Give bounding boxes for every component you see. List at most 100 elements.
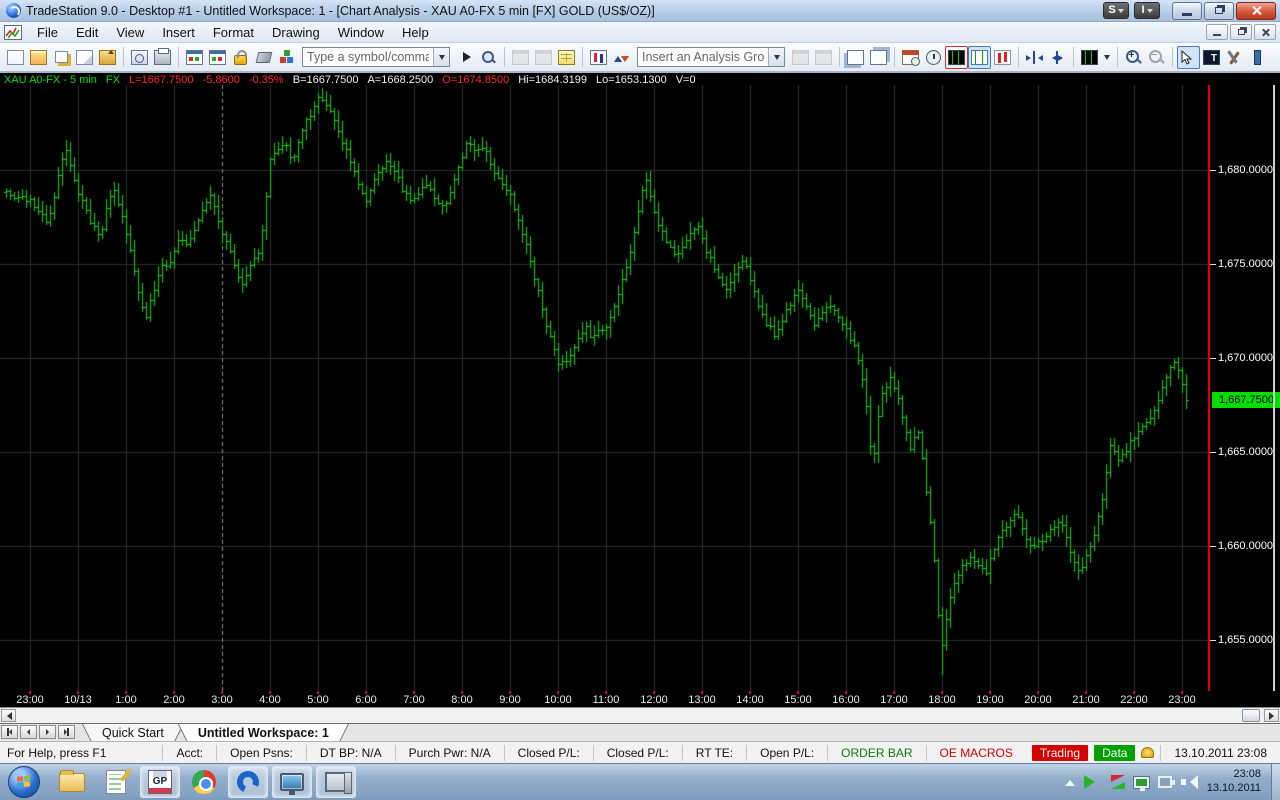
clipped-toolbar-icon[interactable] xyxy=(1246,46,1269,69)
run-command-button[interactable] xyxy=(454,46,477,69)
tray-network-icon[interactable] xyxy=(1134,777,1149,788)
shortcut-s-button[interactable]: S xyxy=(1103,2,1129,19)
show-desktop-button[interactable] xyxy=(1271,764,1280,800)
chart-change-pct: -0.35% xyxy=(249,74,284,86)
taskbar-notepadpp[interactable] xyxy=(96,766,136,798)
lock-workspace-icon[interactable] xyxy=(229,46,252,69)
insert-strategy-icon[interactable] xyxy=(812,46,835,69)
symbol-combo-dropdown[interactable] xyxy=(433,48,449,66)
tray-play-icon[interactable] xyxy=(1084,775,1102,789)
bell-icon[interactable] xyxy=(1141,747,1154,758)
chart-shift-dropdown[interactable] xyxy=(1101,46,1113,69)
insert-study-icon[interactable] xyxy=(789,46,812,69)
format-analysis-icon[interactable] xyxy=(532,46,555,69)
symbol-lookup-icon[interactable] xyxy=(477,46,500,69)
scroll-right-button[interactable] xyxy=(1264,709,1279,722)
format-painter-icon[interactable] xyxy=(252,46,275,69)
send-to-back-icon[interactable] xyxy=(844,46,867,69)
increase-bar-spacing-icon[interactable] xyxy=(1046,46,1069,69)
chart-shift-icon[interactable] xyxy=(1078,46,1101,69)
pointer-tool-icon[interactable] xyxy=(1177,46,1200,69)
bring-to-front-icon[interactable] xyxy=(867,46,890,69)
x-axis-label: 14:00 xyxy=(736,694,764,706)
tray-power-icon[interactable] xyxy=(1158,776,1172,788)
previous-workspace-button[interactable] xyxy=(20,725,37,739)
next-workspace-button[interactable] xyxy=(39,725,56,739)
decrease-bar-spacing-icon[interactable] xyxy=(1023,46,1046,69)
left-arrow-icon xyxy=(6,729,12,735)
zoom-in-icon[interactable] xyxy=(1122,46,1145,69)
restore-icon xyxy=(1238,29,1245,35)
tray-volume-icon[interactable] xyxy=(1181,775,1197,789)
previous-window-icon[interactable] xyxy=(183,46,206,69)
sessions-icon[interactable] xyxy=(899,46,922,69)
shortcut-i-button[interactable]: I xyxy=(1134,2,1160,19)
menu-file[interactable]: File xyxy=(28,23,67,42)
trading-badge[interactable]: Trading xyxy=(1032,745,1088,761)
chart-low: Lo=1653.1300 xyxy=(596,74,667,86)
price-axis[interactable]: 1,680.00001,675.00001,670.00001,665.0000… xyxy=(1208,85,1280,691)
scrollbar-thumb[interactable] xyxy=(1242,709,1260,722)
save-desktop-icon[interactable] xyxy=(73,46,96,69)
drawing-tools-icon[interactable] xyxy=(1223,46,1246,69)
menu-insert[interactable]: Insert xyxy=(153,23,204,42)
data-badge[interactable]: Data xyxy=(1094,745,1135,761)
taskbar-tradestation[interactable] xyxy=(228,766,268,798)
data-window-icon[interactable] xyxy=(555,46,578,69)
title-bar[interactable]: TradeStation 9.0 - Desktop #1 - Untitled… xyxy=(0,0,1280,22)
copy-window-icon[interactable] xyxy=(50,46,73,69)
taskbar-explorer[interactable] xyxy=(52,766,92,798)
time-frames-icon[interactable] xyxy=(922,46,945,69)
time-axis[interactable]: 23:0010/131:002:003:004:005:006:007:008:… xyxy=(0,691,1280,707)
print-icon[interactable] xyxy=(151,46,174,69)
x-axis-label: 4:00 xyxy=(259,694,280,706)
menu-edit[interactable]: Edit xyxy=(67,23,107,42)
last-workspace-button[interactable] xyxy=(58,725,75,739)
show-hidden-icons-button[interactable] xyxy=(1065,775,1075,786)
mdi-minimize-button[interactable] xyxy=(1206,24,1228,40)
menu-drawing[interactable]: Drawing xyxy=(263,23,329,42)
open-icon[interactable] xyxy=(27,46,50,69)
analysis-combo-dropdown[interactable] xyxy=(768,48,784,66)
sort-icon[interactable] xyxy=(610,46,633,69)
menu-window[interactable]: Window xyxy=(329,23,393,42)
symbol-command-input[interactable] xyxy=(303,49,433,65)
ohlc-bar-style-icon[interactable] xyxy=(968,46,991,69)
menu-view[interactable]: View xyxy=(107,23,153,42)
taskbar-chrome[interactable] xyxy=(184,766,224,798)
candlestick-style-icon[interactable] xyxy=(991,46,1014,69)
chart-document-icon[interactable] xyxy=(4,25,22,40)
menu-format[interactable]: Format xyxy=(204,23,263,42)
taskbar-gp[interactable]: GP xyxy=(140,766,180,798)
insert-objects-icon[interactable] xyxy=(275,46,298,69)
x-axis-label: 15:00 xyxy=(784,694,812,706)
start-button[interactable] xyxy=(8,766,40,798)
x-axis-label: 23:00 xyxy=(1168,694,1196,706)
new-icon[interactable] xyxy=(4,46,27,69)
restore-button[interactable] xyxy=(1204,2,1234,20)
tray-flags-icon[interactable] xyxy=(1111,775,1125,789)
next-window-icon[interactable] xyxy=(206,46,229,69)
analysis-group-input[interactable] xyxy=(638,49,768,65)
open-workspace-icon[interactable] xyxy=(96,46,119,69)
first-workspace-button[interactable] xyxy=(1,725,18,739)
mdi-restore-button[interactable] xyxy=(1230,24,1252,40)
taskbar-clock[interactable]: 23:08 13.10.2011 xyxy=(1207,768,1261,796)
format-symbol-icon[interactable] xyxy=(509,46,532,69)
chart-analysis-icon[interactable] xyxy=(587,46,610,69)
taskbar-paint-monitor[interactable] xyxy=(272,766,312,798)
mdi-close-button[interactable] xyxy=(1254,24,1276,40)
tab-untitled-workspace[interactable]: Untitled Workspace: 1 xyxy=(178,724,349,742)
close-button[interactable] xyxy=(1236,2,1276,20)
zoom-out-icon[interactable] xyxy=(1145,46,1168,69)
chart-window-icon[interactable] xyxy=(945,46,968,69)
print-preview-icon[interactable] xyxy=(128,46,151,69)
chart-horizontal-scrollbar[interactable] xyxy=(0,707,1280,723)
text-tool-icon[interactable]: T xyxy=(1200,46,1223,69)
tab-quick-start[interactable]: Quick Start xyxy=(82,724,184,742)
minimize-button[interactable] xyxy=(1172,2,1202,20)
scroll-left-button[interactable] xyxy=(1,709,16,722)
price-chart[interactable] xyxy=(0,85,1208,691)
menu-help[interactable]: Help xyxy=(393,23,438,42)
taskbar-remote-desktop[interactable] xyxy=(316,766,356,798)
